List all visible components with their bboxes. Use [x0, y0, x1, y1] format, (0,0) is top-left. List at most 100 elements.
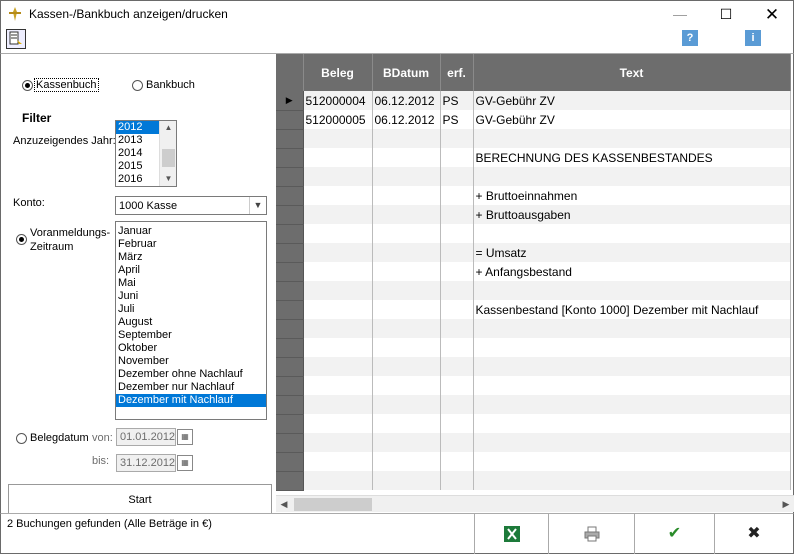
period-option[interactable]: Dezember ohne Nachlauf — [116, 368, 266, 381]
bdatum-cell[interactable] — [372, 395, 441, 414]
erf-cell[interactable] — [440, 148, 474, 167]
bdatum-cell[interactable] — [372, 224, 441, 243]
period-option[interactable]: Dezember nur Nachlauf — [116, 381, 266, 394]
scroll-up-icon[interactable]: ▲ — [160, 121, 176, 135]
row-header[interactable] — [276, 300, 304, 320]
table-row[interactable] — [276, 433, 791, 453]
text-cell[interactable]: BERECHNUNG DES KASSENBESTANDES — [473, 148, 791, 167]
beleg-cell[interactable] — [303, 357, 373, 376]
text-cell[interactable] — [473, 319, 791, 338]
period-option[interactable]: Mai — [116, 277, 266, 290]
beleg-cell[interactable] — [303, 300, 373, 319]
row-header[interactable] — [276, 357, 304, 377]
erf-cell[interactable] — [440, 186, 474, 205]
scroll-thumb[interactable] — [162, 149, 175, 167]
text-cell[interactable] — [473, 129, 791, 148]
row-header[interactable] — [276, 319, 304, 339]
text-cell[interactable]: + Bruttoausgaben — [473, 205, 791, 224]
bdatum-cell[interactable] — [372, 338, 441, 357]
table-row[interactable] — [276, 319, 791, 339]
erf-cell[interactable] — [440, 319, 474, 338]
row-header[interactable] — [276, 452, 304, 472]
bankbuch-radio[interactable] — [132, 80, 143, 91]
beleg-cell[interactable]: 512000004 — [303, 91, 373, 110]
row-header[interactable] — [276, 433, 304, 453]
beleg-cell[interactable] — [303, 281, 373, 300]
erf-cell[interactable] — [440, 357, 474, 376]
bankbuch-label[interactable]: Bankbuch — [146, 79, 195, 91]
text-cell[interactable] — [473, 376, 791, 395]
text-cell[interactable]: Kassenbestand [Konto 1000] Dezember mit … — [473, 300, 791, 319]
period-radio[interactable] — [16, 234, 27, 245]
belegdatum-radio[interactable] — [16, 433, 27, 444]
beleg-cell[interactable] — [303, 129, 373, 148]
erf-cell[interactable] — [440, 243, 474, 262]
erf-cell[interactable] — [440, 205, 474, 224]
table-row[interactable]: BERECHNUNG DES KASSENBESTANDES — [276, 148, 791, 168]
beleg-cell[interactable] — [303, 167, 373, 186]
text-cell[interactable] — [473, 433, 791, 452]
table-row[interactable]: + Anfangsbestand — [276, 262, 791, 282]
text-cell[interactable] — [473, 281, 791, 300]
bdatum-cell[interactable] — [372, 243, 441, 262]
erf-cell[interactable] — [440, 433, 474, 452]
erf-cell[interactable] — [440, 129, 474, 148]
print-button[interactable] — [548, 514, 634, 554]
scroll-down-icon[interactable]: ▼ — [160, 172, 176, 186]
table-row[interactable]: + Bruttoeinnahmen — [276, 186, 791, 206]
row-header[interactable] — [276, 376, 304, 396]
start-button[interactable]: Start — [8, 484, 272, 514]
period-radio-label-2[interactable]: Zeitraum — [30, 241, 73, 253]
table-row[interactable] — [276, 338, 791, 358]
period-option[interactable]: Januar — [116, 225, 266, 238]
period-option[interactable]: August — [116, 316, 266, 329]
help-button[interactable]: ? — [682, 30, 698, 46]
column-header-bdatum[interactable]: BDatum — [372, 54, 441, 91]
period-option[interactable]: September — [116, 329, 266, 342]
text-cell[interactable] — [473, 167, 791, 186]
maximize-button[interactable]: ☐ — [703, 1, 749, 28]
text-cell[interactable] — [473, 395, 791, 414]
ok-button[interactable]: ✔ — [634, 514, 714, 554]
belegdatum-label[interactable]: Belegdatum — [30, 432, 89, 444]
kassenbuch-label[interactable]: Kassenbuch — [34, 78, 99, 92]
column-header-text[interactable]: Text — [473, 54, 791, 91]
bdatum-cell[interactable] — [372, 205, 441, 224]
table-row[interactable] — [276, 395, 791, 415]
table-row[interactable]: 512000005 06.12.2012 PS GV-Gebühr ZV — [276, 110, 791, 130]
close-button[interactable]: ✕ — [749, 1, 794, 28]
erf-cell[interactable] — [440, 395, 474, 414]
bdatum-cell[interactable] — [372, 452, 441, 471]
calendar-icon[interactable]: ▦ — [177, 455, 193, 471]
beleg-cell[interactable]: 512000005 — [303, 110, 373, 129]
erf-cell[interactable] — [440, 224, 474, 243]
table-row[interactable]: ▶ 512000004 06.12.2012 PS GV-Gebühr ZV — [276, 91, 791, 111]
minimize-button[interactable]: — — [657, 1, 703, 28]
table-row[interactable]: + Bruttoausgaben — [276, 205, 791, 225]
erf-cell[interactable]: PS — [440, 110, 474, 129]
beleg-cell[interactable] — [303, 243, 373, 262]
horizontal-scrollbar[interactable]: ◀ ▶ — [276, 495, 794, 512]
scroll-right-icon[interactable]: ▶ — [778, 496, 794, 513]
excel-export-button[interactable] — [474, 514, 548, 554]
bdatum-cell[interactable] — [372, 414, 441, 433]
table-row[interactable] — [276, 376, 791, 396]
period-option[interactable]: Juli — [116, 303, 266, 316]
text-cell[interactable] — [473, 414, 791, 433]
beleg-cell[interactable] — [303, 186, 373, 205]
bdatum-cell[interactable] — [372, 300, 441, 319]
period-option[interactable]: Februar — [116, 238, 266, 251]
period-option[interactable]: Oktober — [116, 342, 266, 355]
von-date-field[interactable]: 01.01.2012 — [116, 428, 176, 446]
row-header[interactable] — [276, 338, 304, 358]
beleg-cell[interactable] — [303, 338, 373, 357]
erf-cell[interactable] — [440, 262, 474, 281]
bdatum-cell[interactable] — [372, 433, 441, 452]
table-row[interactable] — [276, 414, 791, 434]
row-header[interactable] — [276, 262, 304, 282]
period-option-selected[interactable]: Dezember mit Nachlauf — [116, 394, 266, 407]
table-row[interactable] — [276, 129, 791, 149]
table-row[interactable] — [276, 471, 791, 491]
row-header[interactable] — [276, 243, 304, 263]
row-header[interactable] — [276, 205, 304, 225]
